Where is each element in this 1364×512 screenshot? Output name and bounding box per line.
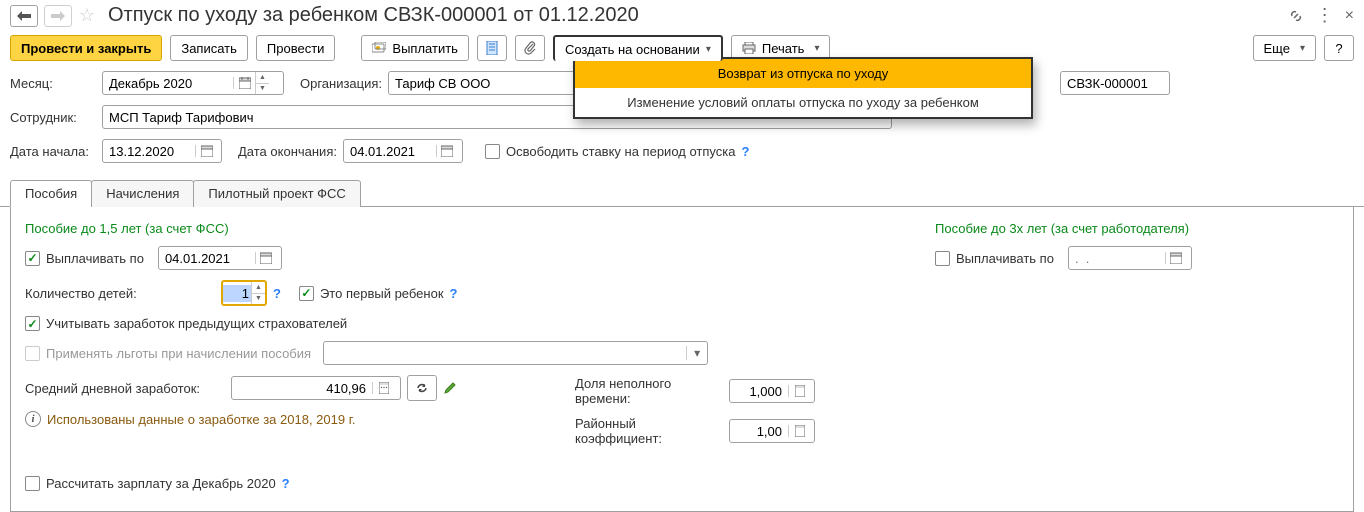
pay-until-input[interactable] [158,246,282,270]
link-icon[interactable] [1288,8,1304,24]
more-button[interactable]: Еще [1253,35,1316,61]
create-based-button[interactable]: Создать на основании [553,35,723,61]
close-icon[interactable]: × [1345,7,1354,25]
help-link-icon[interactable]: ? [450,286,458,301]
pay-until-3y-label: Выплачивать по [956,251,1054,266]
free-position-checkbox[interactable] [485,144,500,159]
tab-benefits[interactable]: Пособия [10,180,92,207]
create-based-dropdown: Возврат из отпуска по уходу Изменение ус… [573,57,1033,119]
more-icon[interactable]: ⋮ [1316,5,1333,26]
employee-label: Сотрудник: [10,110,96,125]
pay-until-checkbox[interactable] [25,251,40,266]
printer-icon [742,42,756,54]
refresh-button[interactable] [407,375,437,401]
month-label: Месяц: [10,76,96,91]
section-title-3y: Пособие до 3х лет (за счет работодателя) [935,221,1192,236]
children-count-label: Количество детей: [25,286,215,301]
calc-salary-checkbox[interactable] [25,476,40,491]
arrow-left-icon [17,11,31,21]
first-child-checkbox[interactable] [299,286,314,301]
org-label: Организация: [300,76,382,91]
info-text: Использованы данные о заработке за 2018,… [47,412,355,427]
tab-pilot[interactable]: Пилотный проект ФСС [193,180,360,207]
month-input[interactable] [103,72,233,94]
pay-until-3y-input[interactable] [1068,246,1192,270]
prev-insurers-label: Учитывать заработок предыдущих страховат… [46,316,347,331]
post-button[interactable]: Провести [256,35,336,61]
start-date-label: Дата начала: [10,144,96,159]
info-icon: i [25,411,41,427]
dropdown-item-return[interactable]: Возврат из отпуска по уходу [575,59,1031,88]
page-title: Отпуск по уходу за ребенком СВЗК-000001 … [108,4,639,27]
avg-daily-input[interactable] [231,376,401,400]
end-date-input[interactable] [343,139,463,163]
refresh-icon [415,382,429,394]
partial-label: Доля неполного времени: [575,376,723,406]
avg-daily-label: Средний дневной заработок: [25,381,225,396]
pay-button[interactable]: Выплатить [361,35,469,61]
calculator-icon[interactable] [372,382,394,394]
apply-benefits-checkbox [25,346,40,361]
calc-salary-label: Рассчитать зарплату за Декабрь 2020 [46,476,276,491]
help-link-icon[interactable]: ? [741,144,749,159]
apply-benefits-label: Применять льготы при начислении пособия [46,346,311,361]
start-date-input[interactable] [102,139,222,163]
tab-accruals[interactable]: Начисления [91,180,194,207]
nav-forward-button[interactable] [44,5,72,27]
help-link-icon[interactable]: ? [282,476,290,491]
favorite-star-icon[interactable]: ☆ [78,7,96,25]
calendar-icon[interactable] [255,252,277,264]
doc-icon [486,41,498,55]
free-position-label: Освободить ставку на период отпуска [506,144,736,159]
calendar-icon[interactable] [436,145,458,157]
month-input-group[interactable]: ▲▼ [102,71,284,95]
post-close-button[interactable]: Провести и закрыть [10,35,162,61]
attach-button[interactable] [515,35,545,61]
calculator-icon[interactable] [788,385,810,397]
edit-icon[interactable] [443,381,457,395]
dropdown-item-change-conditions[interactable]: Изменение условий оплаты отпуска по уход… [575,88,1031,117]
clip-icon [524,41,536,55]
calendar-icon[interactable] [233,77,255,89]
calculator-icon[interactable] [788,425,810,437]
calendar-icon[interactable] [195,145,217,157]
arrow-right-icon [51,11,65,21]
calendar-icon[interactable] [1165,252,1187,264]
first-child-label: Это первый ребенок [320,286,444,301]
district-input[interactable] [729,419,815,443]
money-icon [372,42,386,54]
children-spinner[interactable]: ▲▼ [251,282,265,304]
end-date-label: Дата окончания: [238,144,337,159]
children-count-input[interactable]: ▲▼ [221,280,267,306]
number-input[interactable] [1060,71,1170,95]
save-button[interactable]: Записать [170,35,248,61]
pay-until-3y-checkbox[interactable] [935,251,950,266]
pay-until-label: Выплачивать по [46,251,144,266]
month-spinner[interactable]: ▲▼ [255,72,269,94]
help-button[interactable]: ? [1324,35,1354,61]
help-link-icon[interactable]: ? [273,286,281,301]
document-button[interactable] [477,35,507,61]
partial-input[interactable] [729,379,815,403]
prev-insurers-checkbox[interactable] [25,316,40,331]
district-label: Районный коэффициент: [575,416,723,446]
nav-back-button[interactable] [10,5,38,27]
